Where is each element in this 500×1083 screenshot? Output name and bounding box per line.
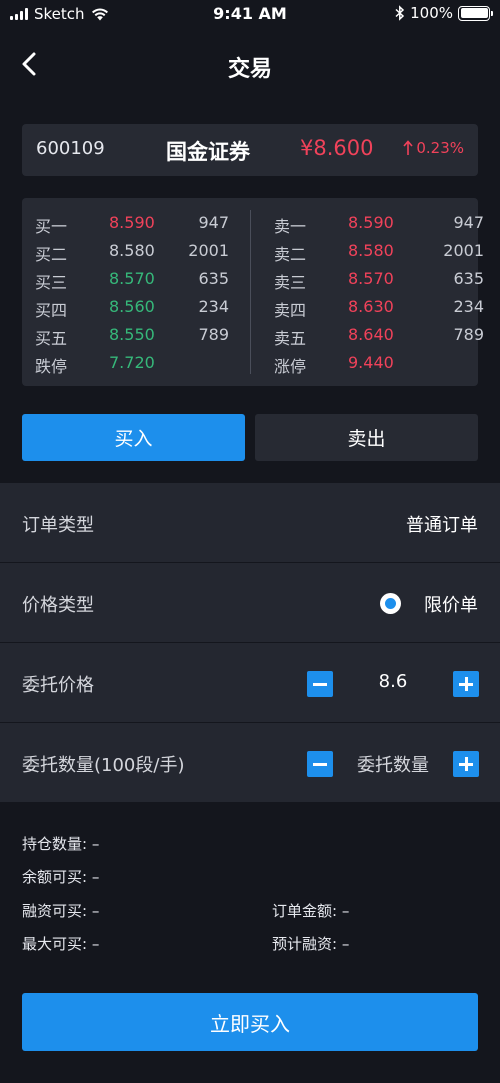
entrust-qty-label: 委托数量(100段/手) — [22, 755, 185, 776]
battery-icon — [458, 5, 493, 21]
bid-label: 买一 — [35, 217, 68, 236]
bluetooth-icon — [395, 5, 405, 21]
stock-code: 600109 — [36, 138, 105, 159]
bid-label: 买三 — [35, 273, 68, 292]
price-increase-button[interactable] — [453, 671, 479, 697]
ask-price: 8.640 — [348, 325, 394, 344]
bid-price: 8.590 — [109, 213, 155, 232]
ask-row[interactable]: 卖二 8.580 2001 — [274, 238, 494, 266]
price-type-row: 价格类型 限价单 — [0, 563, 500, 642]
ask-list: 卖一 8.590 947 卖二 8.580 2001 卖三 8.570 635 卖四 8.630 23… — [274, 210, 494, 378]
entrust-qty-input[interactable]: 委托数量 — [340, 751, 446, 777]
entrust-price-row: 委托价格 8.6 — [0, 643, 500, 722]
ask-row[interactable]: 卖一 8.590 947 — [274, 210, 494, 238]
battery-percent: 100% — [410, 4, 453, 22]
balance-buyable: 余额可买: – — [22, 868, 100, 886]
status-bar: Sketch 9:41 AM 100% — [0, 0, 500, 28]
bid-list: 买一 8.590 947 买二 8.580 2001 买三 8.570 635 买四 8.560 23… — [35, 210, 255, 378]
order-book-divider — [250, 210, 251, 374]
stock-name: 国金证券 — [166, 140, 250, 164]
ask-label: 卖二 — [274, 245, 307, 264]
order-amount: 订单金额: – — [272, 902, 350, 920]
order-type-value[interactable]: 普通订单 — [406, 511, 478, 537]
ask-row[interactable]: 卖五 8.640 789 — [274, 322, 494, 350]
ask-label: 卖三 — [274, 273, 307, 292]
stock-quote-card: 600109 国金证券 ¥8.600 0.23% — [22, 124, 478, 176]
bid-price: 7.720 — [109, 353, 155, 372]
ask-row[interactable]: 卖四 8.630 234 — [274, 294, 494, 322]
bid-price: 8.580 — [109, 241, 155, 260]
entrust-price-label: 委托价格 — [22, 675, 94, 696]
order-type-label: 订单类型 — [22, 515, 94, 536]
bid-row[interactable]: 买二 8.580 2001 — [35, 238, 255, 266]
bid-price: 8.550 — [109, 325, 155, 344]
ask-row[interactable]: 涨停 9.440 — [274, 350, 494, 378]
ask-price: 8.570 — [348, 269, 394, 288]
bid-label: 买二 — [35, 245, 68, 264]
back-arrow-icon[interactable] — [12, 46, 48, 82]
stock-change: 0.23% — [403, 139, 464, 157]
bid-volume: 789 — [198, 325, 229, 344]
bid-row[interactable]: 买三 8.570 635 — [35, 266, 255, 294]
bid-row[interactable]: 买一 8.590 947 — [35, 210, 255, 238]
tab-sell[interactable]: 卖出 — [255, 414, 478, 461]
ask-price: 8.580 — [348, 241, 394, 260]
position-qty: 持仓数量: – — [22, 835, 100, 853]
qty-increase-button[interactable] — [453, 751, 479, 777]
ask-label: 卖一 — [274, 217, 307, 236]
bid-volume: 234 — [198, 297, 229, 316]
qty-decrease-button[interactable] — [307, 751, 333, 777]
arrow-up-icon — [403, 140, 413, 155]
price-decrease-button[interactable] — [307, 671, 333, 697]
buy-now-button[interactable]: 立即买入 — [22, 993, 478, 1051]
page-title: 交易 — [227, 57, 272, 82]
ask-label: 涨停 — [274, 357, 307, 376]
bid-volume: 635 — [198, 269, 229, 288]
entrust-price-input[interactable]: 8.6 — [340, 671, 446, 692]
ask-price: 8.630 — [348, 297, 394, 316]
stock-price: ¥8.600 — [300, 136, 374, 160]
ask-label: 卖四 — [274, 301, 307, 320]
ask-volume: 2001 — [443, 241, 484, 260]
bid-label: 买四 — [35, 301, 68, 320]
bid-price: 8.560 — [109, 297, 155, 316]
bid-label: 买五 — [35, 329, 68, 348]
ask-label: 卖五 — [274, 329, 307, 348]
bid-price: 8.570 — [109, 269, 155, 288]
ask-price: 8.590 — [348, 213, 394, 232]
bid-row[interactable]: 买四 8.560 234 — [35, 294, 255, 322]
ask-row[interactable]: 卖三 8.570 635 — [274, 266, 494, 294]
ask-volume: 635 — [453, 269, 484, 288]
bid-label: 跌停 — [35, 357, 68, 376]
price-type-label: 价格类型 — [22, 595, 94, 616]
price-type-value: 限价单 — [424, 595, 478, 616]
nav-bar: 交易 — [0, 40, 500, 90]
bid-row[interactable]: 跌停 7.720 — [35, 350, 255, 378]
order-type-row[interactable]: 订单类型 普通订单 — [0, 483, 500, 562]
est-margin: 预计融资: – — [272, 935, 350, 953]
stock-change-value: 0.23% — [416, 139, 464, 157]
status-right: 100% — [395, 4, 493, 22]
margin-buyable: 融资可买: – — [22, 902, 100, 920]
order-book: 买一 8.590 947 买二 8.580 2001 买三 8.570 635 买四 8.560 23… — [22, 198, 484, 386]
bid-row[interactable]: 买五 8.550 789 — [35, 322, 255, 350]
bid-volume: 2001 — [188, 241, 229, 260]
tab-buy[interactable]: 买入 — [22, 414, 245, 461]
limit-order-radio[interactable] — [380, 593, 401, 614]
ask-price: 9.440 — [348, 353, 394, 372]
entrust-qty-row: 委托数量(100段/手) 委托数量 — [0, 723, 500, 802]
max-buyable: 最大可买: – — [22, 935, 100, 953]
ask-volume: 789 — [453, 325, 484, 344]
ask-volume: 234 — [453, 297, 484, 316]
ask-volume: 947 — [453, 213, 484, 232]
bid-volume: 947 — [198, 213, 229, 232]
